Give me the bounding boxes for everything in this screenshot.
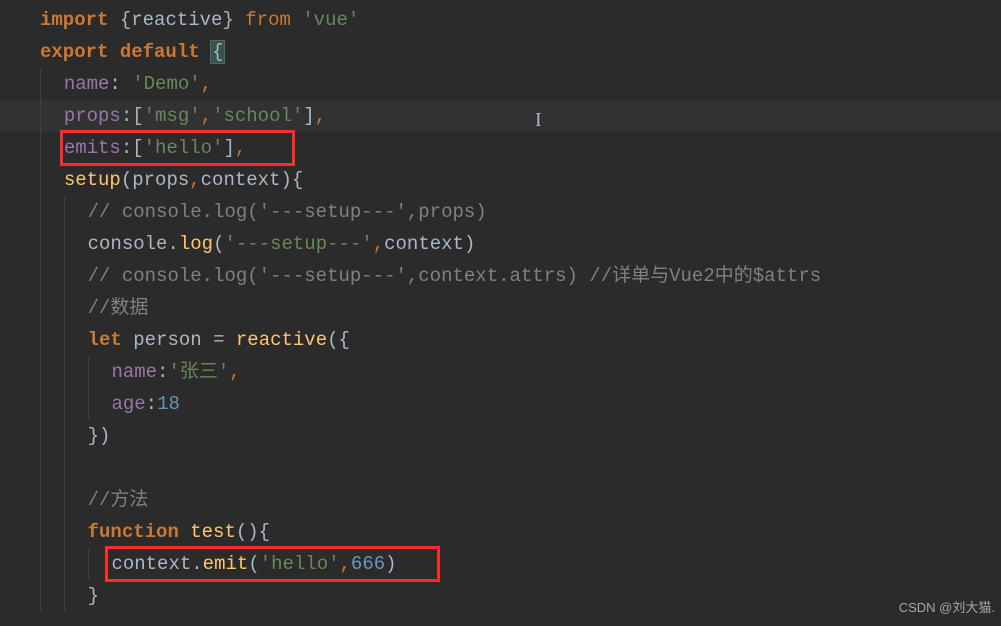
code-line: //数据 bbox=[0, 292, 1001, 324]
code-line bbox=[0, 452, 1001, 484]
code-line: age:18 bbox=[0, 388, 1001, 420]
code-line: // console.log('---setup---',context.att… bbox=[0, 260, 1001, 292]
code-line: // console.log('---setup---',props) bbox=[0, 196, 1001, 228]
text-cursor-icon: I bbox=[535, 104, 542, 136]
code-line: context.emit('hello',666) bbox=[0, 548, 1001, 580]
code-line: emits:['hello'], bbox=[0, 132, 1001, 164]
code-line: name:'张三', bbox=[0, 356, 1001, 388]
code-line: } bbox=[0, 580, 1001, 612]
keyword-import: import bbox=[40, 9, 108, 31]
code-line: setup(props,context){ bbox=[0, 164, 1001, 196]
code-line: console.log('---setup---',context) bbox=[0, 228, 1001, 260]
code-line: import {reactive} from 'vue' bbox=[0, 4, 1001, 36]
code-line-current: props:['msg','school'], bbox=[0, 100, 1001, 132]
code-line: name: 'Demo', bbox=[0, 68, 1001, 100]
matched-brace: { bbox=[210, 40, 225, 64]
code-line: }) bbox=[0, 420, 1001, 452]
code-line: //方法 bbox=[0, 484, 1001, 516]
code-line: let person = reactive({ bbox=[0, 324, 1001, 356]
watermark-text: CSDN @刘大猫. bbox=[899, 592, 995, 624]
code-line: function test(){ bbox=[0, 516, 1001, 548]
code-line: export default { bbox=[0, 36, 1001, 68]
code-editor[interactable]: import {reactive} from 'vue' export defa… bbox=[0, 0, 1001, 626]
